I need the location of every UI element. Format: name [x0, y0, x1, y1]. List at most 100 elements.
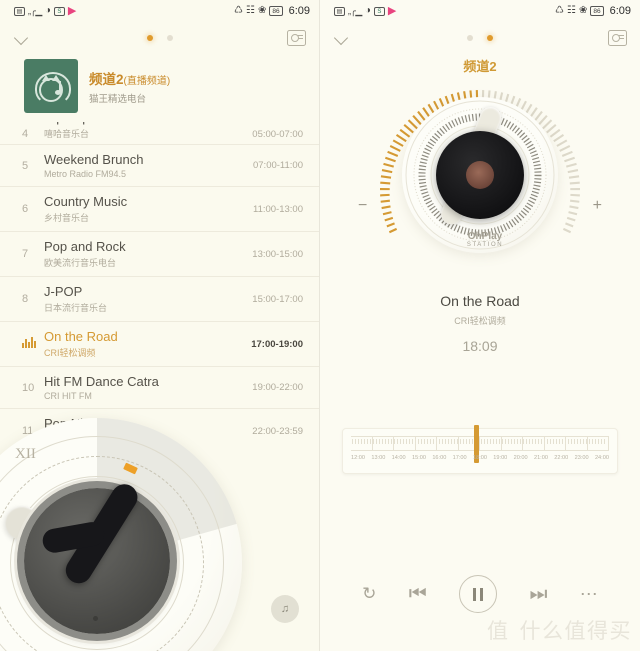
analog-dial-left[interactable]: XII XI III IV V VIII OhPlay STATION: [0, 418, 252, 651]
program-name: Pop and Rock: [44, 239, 126, 254]
volume-up-icon[interactable]: +: [593, 197, 602, 215]
chevron-down-icon[interactable]: [333, 30, 350, 47]
timeline-tick-label: 18:00: [472, 455, 487, 461]
signal-icon: „╭▁: [348, 5, 362, 16]
timeline-tick-label: 21:00: [533, 455, 548, 461]
volume-down-icon[interactable]: −: [358, 197, 367, 215]
volume-dial-right[interactable]: − + OhPlay STATION: [320, 79, 640, 289]
bluetooth-icon: ❀: [257, 5, 267, 16]
status-time-right: 6:09: [609, 5, 631, 17]
program-list: 4 Hip-hop 嘻哈音乐台 05:00-07:00 5 Weekend Br…: [0, 122, 319, 453]
channel-subtitle: 猫王精选电台: [89, 93, 147, 105]
watermark-text: 什么值得买: [519, 620, 632, 643]
status-icons-right: ♺ ☷ ❀ 86 6:09: [555, 5, 631, 17]
status-icons-right: ♺ ☷ ❀ 86 6:09: [234, 5, 310, 17]
pause-button[interactable]: [459, 575, 498, 613]
program-index: 5: [22, 159, 29, 172]
now-playing-indicator: [22, 337, 44, 351]
program-index: 8: [22, 293, 29, 305]
status-icons-left: ▤ „╭▁ ◑ S ▶: [334, 4, 397, 17]
program-index: 6: [22, 203, 29, 215]
playback-controls: ↻ ⏮ ⏭ ⋯: [320, 575, 640, 613]
page-indicator-right: [320, 22, 640, 54]
program-index: 10: [22, 381, 35, 394]
timeline-tick-label: 24:00: [594, 455, 609, 461]
page-dot-1[interactable]: [467, 35, 473, 41]
dial-dot: [93, 616, 98, 621]
timeline-tick-label: 20:00: [513, 455, 528, 461]
program-station: 嘻哈音乐台: [44, 129, 90, 139]
now-playing-title: On the Road: [440, 293, 520, 309]
right-phone-screen: ▤ „╭▁ ◑ S ▶ ♺ ☷ ❀ 86 6:09 频道2 − + OhPlay…: [320, 0, 640, 651]
left-phone-screen: ▤ „╭▁ ◑ S ▶ ♺ ☷ ❀ 86 6:09 频道2(直播频道) 猫王精选…: [0, 0, 320, 651]
table-row[interactable]: 5 Weekend Brunch Metro Radio FM94.5 07:0…: [0, 144, 319, 186]
brand-tagline: STATION: [466, 242, 504, 248]
next-button[interactable]: ⏭: [529, 583, 547, 606]
app-badge-icon: S: [373, 6, 385, 16]
brand-name: OhPlay: [467, 231, 503, 242]
repeat-button[interactable]: ↻: [362, 584, 376, 604]
table-row[interactable]: 6 Country Music 乡村音乐台 11:00-13:00: [0, 186, 319, 231]
record-label: [466, 161, 494, 189]
cat-headphone-icon: [24, 59, 78, 113]
play-store-icon: ▶: [387, 4, 397, 17]
program-name: Hit FM Dance Catra: [44, 374, 159, 389]
chevron-down-icon[interactable]: [13, 30, 30, 47]
channel-title-suffix: (直播频道): [123, 75, 171, 87]
table-row[interactable]: 10 Hit FM Dance Catra CRI HIT FM 19:00-2…: [0, 366, 319, 408]
status-bar-right: ▤ „╭▁ ◑ S ▶ ♺ ☷ ❀ 86 6:09: [320, 0, 640, 22]
program-name: Hip-hop: [44, 122, 252, 125]
page-indicator-left: [0, 22, 319, 54]
timeline-tick-label: 15:00: [411, 455, 426, 461]
roman-numeral: XII: [15, 446, 36, 462]
timeline-tick-label: 19:00: [493, 455, 508, 461]
table-row[interactable]: 4 Hip-hop 嘻哈音乐台 05:00-07:00: [0, 122, 319, 144]
dual-screenshot: ▤ „╭▁ ◑ S ▶ ♺ ☷ ❀ 86 6:09 频道2(直播频道) 猫王精选…: [0, 0, 640, 651]
status-time-left: 6:09: [288, 5, 310, 17]
timeline-tick-label: 17:00: [452, 455, 467, 461]
bluetooth-icon: ❀: [578, 5, 588, 16]
program-station: CRI轻松调频: [44, 348, 96, 358]
program-time: 19:00-22:00: [252, 382, 303, 393]
program-name: On the Road: [44, 329, 118, 344]
table-row-active[interactable]: On the Road CRI轻松调频 17:00-19:00: [0, 321, 319, 366]
program-station: 乡村音乐台: [44, 213, 90, 223]
program-station: CRI HIT FM: [44, 391, 92, 401]
vibrate-icon: ☷: [566, 5, 576, 16]
now-playing-info: On the Road CRI轻松调频 18:09: [320, 293, 640, 354]
timeline-tick-label: 23:00: [574, 455, 589, 461]
page-dot-2[interactable]: [487, 35, 493, 41]
pause-icon: [472, 587, 484, 601]
program-index: 7: [22, 248, 29, 260]
program-name: J-POP: [44, 284, 83, 299]
previous-button[interactable]: ⏮: [409, 583, 427, 606]
table-row[interactable]: 8 J-POP 日本流行音乐台 15:00-17:00: [0, 276, 319, 321]
vibrate-icon: ☷: [245, 5, 255, 16]
program-time: 15:00-17:00: [252, 293, 303, 305]
program-name: Weekend Brunch: [44, 152, 144, 167]
table-row[interactable]: 7 Pop and Rock 欧美流行音乐电台 13:00-15:00: [0, 231, 319, 276]
timeline-labels: 12:00 13:00 14:00 15:00 16:00 17:00 18:00 19:00…: [351, 455, 609, 461]
nav-row-left: [0, 22, 319, 54]
more-button[interactable]: ⋯: [580, 584, 598, 605]
radio-icon[interactable]: [287, 30, 306, 46]
timeline-scrubber[interactable]: 12:00 13:00 14:00 15:00 16:00 17:00 18:00 19:00…: [342, 425, 618, 474]
channel-header-card[interactable]: 频道2(直播频道) 猫王精选电台: [0, 54, 319, 122]
now-playing-clock: 18:09: [462, 338, 498, 354]
timeline-tick-label: 16:00: [432, 455, 447, 461]
program-time: 17:00-19:00: [251, 338, 303, 350]
page-dot-2[interactable]: [166, 35, 173, 41]
channel-title-main: 频道2: [89, 71, 124, 87]
status-icons-left: ▤ „╭▁ ◑ S ▶: [14, 5, 76, 17]
program-time: 07:00-11:00: [252, 160, 303, 171]
speaker-icon[interactable]: ♫: [271, 595, 299, 623]
app-badge-icon: S: [53, 6, 65, 16]
channel-meta: 频道2(直播频道) 猫王精选电台: [89, 68, 170, 105]
program-time: 05:00-07:00: [252, 129, 303, 140]
program-index: 4: [22, 128, 29, 140]
timeline-track[interactable]: [351, 436, 609, 451]
page-dot-1[interactable]: [146, 35, 153, 41]
now-playing-station: CRI轻松调频: [454, 316, 506, 326]
radio-icon[interactable]: [608, 30, 627, 46]
brand-logo-right: OhPlay STATION: [445, 231, 525, 248]
